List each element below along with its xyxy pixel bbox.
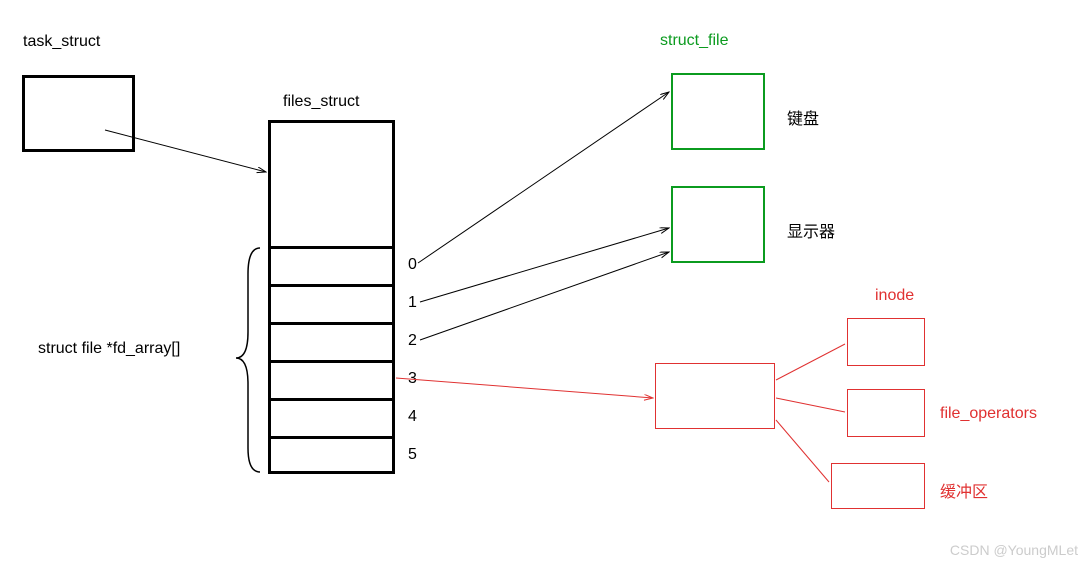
fd-row-3 <box>268 360 395 398</box>
label-keyboard: 键盘 <box>787 105 819 129</box>
arrow-fd3-redfile <box>396 378 653 398</box>
label-display: 显示器 <box>787 218 835 242</box>
fd-row-2 <box>268 322 395 360</box>
box-struct-file-keyboard <box>671 73 765 150</box>
fd-row-0 <box>268 246 395 284</box>
label-struct-file: struct_file <box>660 32 728 50</box>
box-task-struct <box>22 75 135 152</box>
arrow-fd0-keyboard <box>418 92 669 263</box>
index-2: 2 <box>408 332 417 350</box>
fd-row-4 <box>268 398 395 436</box>
connectors <box>0 0 1090 566</box>
line-redfile-buffer <box>776 420 829 482</box>
box-file-operators <box>847 389 925 437</box>
label-file-operators: file_operators <box>940 405 1037 423</box>
label-files-struct: files_struct <box>283 93 359 111</box>
line-redfile-fileops <box>776 398 845 412</box>
box-inode <box>847 318 925 366</box>
arrow-fd1-display <box>420 228 669 302</box>
index-4: 4 <box>408 408 417 426</box>
box-struct-file-display <box>671 186 765 263</box>
box-files-struct-top <box>268 120 395 246</box>
index-1: 1 <box>408 294 417 312</box>
index-5: 5 <box>408 446 417 464</box>
label-fd-array: struct file *fd_array[] <box>38 340 180 358</box>
watermark: CSDN @YoungMLet <box>950 542 1078 558</box>
label-buffer: 缓冲区 <box>940 478 988 502</box>
box-buffer <box>831 463 925 509</box>
curly-brace <box>236 248 260 472</box>
label-inode: inode <box>875 287 914 305</box>
fd-row-1 <box>268 284 395 322</box>
label-task-struct: task_struct <box>23 33 100 51</box>
arrow-fd2-display <box>420 252 669 340</box>
box-redfile <box>655 363 775 429</box>
index-3: 3 <box>408 370 417 388</box>
fd-row-5 <box>268 436 395 474</box>
line-redfile-inode <box>776 344 845 380</box>
index-0: 0 <box>408 256 417 274</box>
